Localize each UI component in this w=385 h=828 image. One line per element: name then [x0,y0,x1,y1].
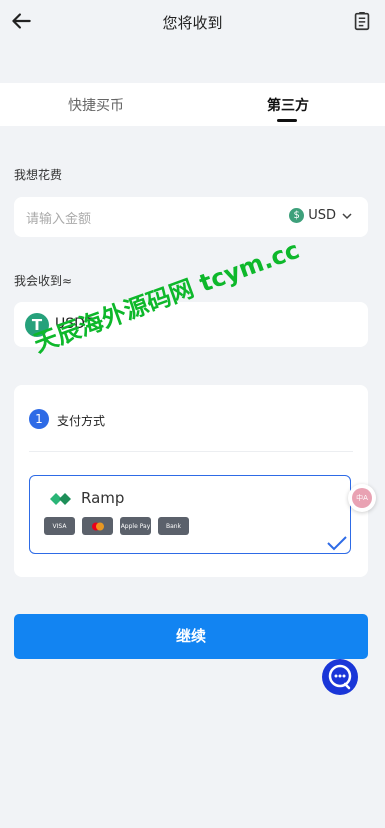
dollar-coin-icon: $ [289,208,305,223]
spend-amount-field[interactable]: 请输入金额 $ USD [14,197,368,237]
payment-methods: VISA Apple Pay Bank [44,517,189,535]
mastercard-icon [82,517,113,535]
support-chat-button[interactable] [322,659,358,695]
top-bar: 您将收到 [0,0,385,44]
tab-bar: 快捷买币 第三方 [0,83,385,126]
page-title: 您将收到 [162,14,223,32]
provider-option-ramp[interactable]: Ramp VISA Apple Pay Bank [29,475,351,554]
currency-code: USD [308,208,336,223]
spend-label: 我想花费 [14,168,63,182]
payment-method-card: 1 支付方式 Ramp VISA Apple Pay Bank [14,385,368,577]
payment-method-title: 支付方式 [57,414,106,428]
selected-check-icon [327,536,347,551]
divider [29,451,353,452]
apple-pay-icon: Apple Pay [120,517,151,535]
bank-transfer-icon: Bank [158,517,189,535]
active-tab-indicator [277,119,297,122]
receive-label: 我会收到≈ [14,274,73,288]
currency-selector[interactable]: $ USD [289,208,354,223]
chat-icon [328,664,352,690]
translate-button[interactable]: 中A [348,484,376,512]
provider-name: Ramp [81,489,125,507]
visa-icon: VISA [44,517,75,535]
translate-icon: 中A [352,488,372,508]
step-number: 1 [29,409,49,429]
tab-third-party[interactable]: 第三方 [192,95,384,115]
amount-input[interactable]: 请输入金额 [26,208,91,227]
tab-quick-buy[interactable]: 快捷买币 [0,95,192,115]
ramp-logo-icon [50,493,71,505]
order-history-icon[interactable] [351,10,373,32]
continue-button[interactable]: 继续 [14,614,368,659]
chevron-down-icon [342,212,352,219]
